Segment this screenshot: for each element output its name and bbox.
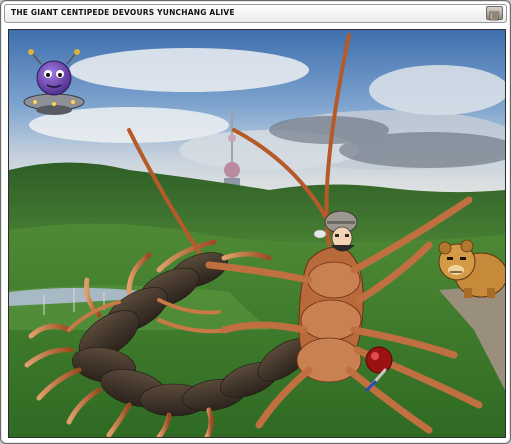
window-title: THE GIANT CENTIPEDE DEVOURS YUNCHANG ALI… [11, 8, 235, 17]
title-bar: THE GIANT CENTIPEDE DEVOURS YUNCHANG ALI… [4, 4, 507, 23]
restore-icon[interactable] [486, 6, 503, 21]
app-window: THE GIANT CENTIPEDE DEVOURS YUNCHANG ALI… [0, 0, 511, 444]
scene-image [8, 29, 506, 438]
